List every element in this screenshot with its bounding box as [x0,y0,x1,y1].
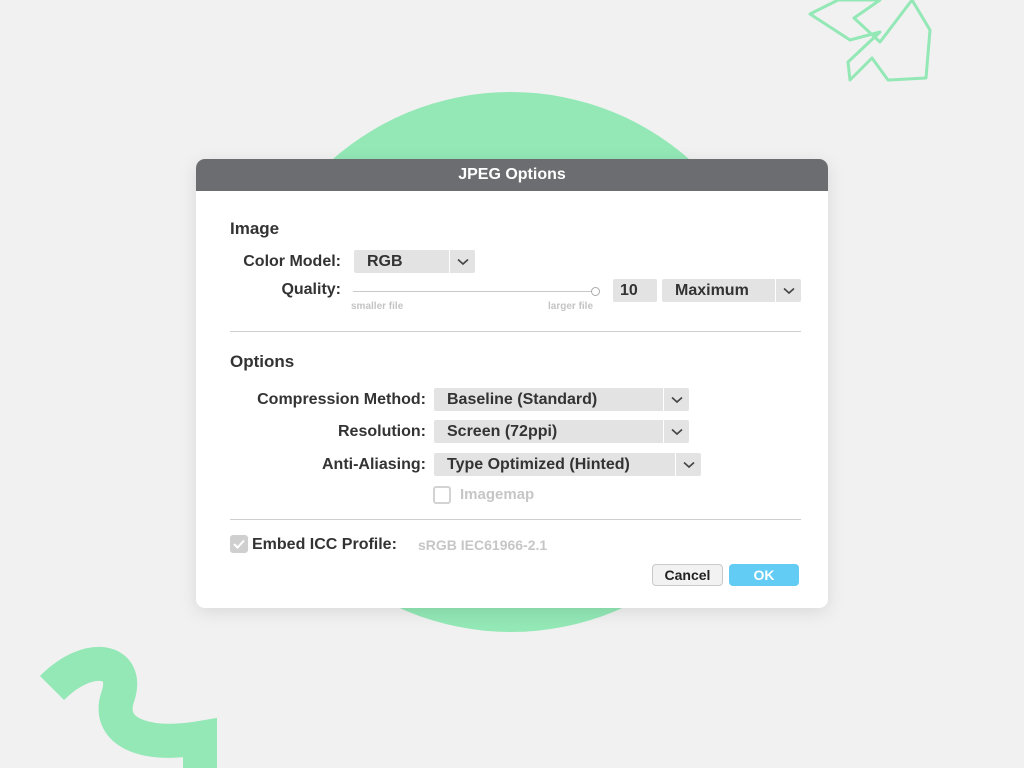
quality-number-value: 10 [620,281,638,299]
dialog-titlebar: JPEG Options [196,159,828,191]
resolution-label: Resolution: [338,423,426,440]
quality-label: Quality: [281,281,341,298]
imagemap-label: Imagemap [460,486,535,503]
imagemap-checkbox[interactable] [433,486,451,504]
squiggle-decoration [39,646,217,768]
color-model-label: Color Model: [243,253,341,270]
quality-slider-track[interactable] [353,291,595,292]
cancel-button[interactable]: Cancel [652,564,723,586]
quality-preset-value: Maximum [675,281,749,299]
resolution-dropdown[interactable]: Screen (72ppi) [434,420,689,443]
anti-aliasing-label: Anti-Aliasing: [322,456,426,473]
smaller-file-hint: smaller file [351,301,404,312]
embed-icc-checkbox[interactable] [230,535,248,553]
color-model-dropdown[interactable]: RGB [354,250,475,273]
anti-aliasing-value: Type Optimized (Hinted) [447,455,630,473]
embed-icc-label: Embed ICC Profile: [252,536,397,553]
compression-method-dropdown[interactable]: Baseline (Standard) [434,388,689,411]
section-divider [230,519,801,520]
checkmark-icon [233,539,245,549]
chevron-down-icon [449,250,475,273]
chevron-down-icon [775,279,801,302]
jpeg-options-dialog: JPEG Options Image Color Model: RGB Qual… [196,159,828,608]
icc-profile-name: sRGB IEC61966-2.1 [418,537,548,553]
quality-preset-dropdown[interactable]: Maximum [662,279,801,302]
resolution-value: Screen (72ppi) [447,422,558,440]
chevron-down-icon [663,388,689,411]
zigzag-outline-decoration [808,0,932,82]
chevron-down-icon [675,453,701,476]
dialog-title: JPEG Options [458,166,566,183]
chevron-down-icon [663,420,689,443]
options-section-title: Options [230,352,295,371]
compression-method-label: Compression Method: [257,391,426,408]
ok-button[interactable]: OK [729,564,799,586]
quality-slider-thumb[interactable] [590,287,600,296]
color-model-value: RGB [367,252,403,270]
ok-button-label: OK [753,567,775,583]
anti-aliasing-dropdown[interactable]: Type Optimized (Hinted) [434,453,701,476]
image-section-title: Image [230,219,280,238]
larger-file-hint: larger file [548,301,594,312]
section-divider [230,331,801,332]
cancel-button-label: Cancel [664,567,711,583]
quality-number-input[interactable]: 10 [613,279,657,302]
compression-method-value: Baseline (Standard) [447,390,598,408]
